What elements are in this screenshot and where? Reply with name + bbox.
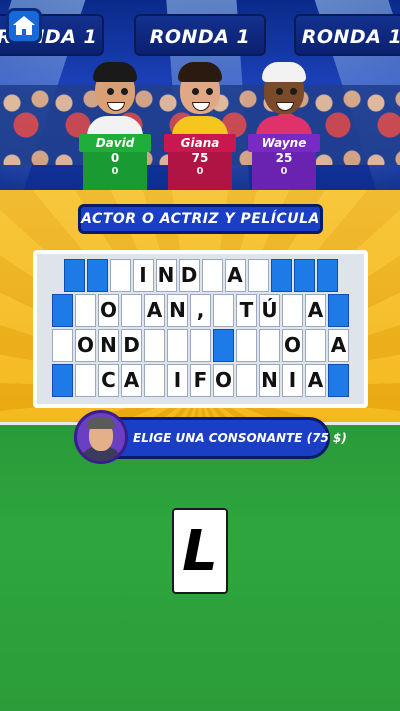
- board-hidden-tile: [247, 259, 269, 292]
- board-row: CAIFONIA: [41, 364, 360, 397]
- board-blank-cell: [52, 294, 73, 327]
- board-letter-tile: N: [259, 364, 280, 397]
- puzzle-board: INDAOAN,TÚAONDOACAIFONIA: [33, 250, 368, 408]
- board-blank-cell: [328, 364, 349, 397]
- home-button[interactable]: [6, 8, 42, 44]
- home-icon: [13, 16, 35, 35]
- board-blank-cell: [316, 259, 338, 292]
- board-letter-tile: D: [121, 329, 142, 362]
- contestant-round-score: 0: [280, 166, 288, 177]
- board-letter-tile: A: [224, 259, 246, 292]
- board-hidden-tile: [144, 329, 165, 362]
- board-letter-tile: O: [98, 294, 119, 327]
- board-hidden-tile: [190, 329, 211, 362]
- board-hidden-tile: [213, 294, 234, 327]
- board-letter-tile: Ú: [259, 294, 280, 327]
- board-hidden-tile: [167, 329, 188, 362]
- board-row: INDA: [41, 259, 360, 292]
- contestant-name: Wayne: [248, 134, 320, 152]
- board-hidden-tile: [282, 294, 303, 327]
- board-letter-tile: A: [305, 294, 326, 327]
- board-blank-cell: [86, 259, 108, 292]
- board-blank-cell: [63, 259, 85, 292]
- selected-letter-card[interactable]: L: [172, 508, 228, 594]
- board-letter-tile: ,: [190, 294, 211, 327]
- board-letter-tile: O: [213, 364, 234, 397]
- round-label: RONDA 1: [294, 14, 400, 56]
- contestant-avatar: [256, 60, 312, 142]
- board-hidden-tile: [144, 364, 165, 397]
- board-blank-cell: [328, 294, 349, 327]
- board-letter-tile: T: [236, 294, 257, 327]
- board-letter-tile: F: [190, 364, 211, 397]
- contestant-name: Giana: [164, 134, 236, 152]
- board-hidden-tile: [75, 364, 96, 397]
- board-hidden-tile: [236, 364, 257, 397]
- board-hidden-tile: [236, 329, 257, 362]
- board-hidden-tile: [305, 329, 326, 362]
- board-letter-tile: A: [121, 364, 142, 397]
- board-letter-tile: N: [167, 294, 188, 327]
- board-letter-tile: O: [282, 329, 303, 362]
- board-blank-cell: [213, 329, 234, 362]
- host-avatar-icon: [74, 410, 128, 464]
- contestant-round-score: 0: [111, 166, 119, 177]
- round-label: RONDA 1: [134, 14, 266, 56]
- board-hidden-tile: [109, 259, 131, 292]
- category-label: ACTOR O ACTRIZ Y PELÍCULA: [78, 204, 323, 234]
- board-row: OAN,TÚA: [41, 294, 360, 327]
- contestant-name: David: [79, 134, 151, 152]
- board-letter-tile: A: [305, 364, 326, 397]
- board-hidden-tile: [201, 259, 223, 292]
- board-letter-tile: A: [328, 329, 349, 362]
- board-hidden-tile: [52, 329, 73, 362]
- board-blank-cell: [52, 364, 73, 397]
- board-letter-tile: A: [144, 294, 165, 327]
- board-letter-tile: C: [98, 364, 119, 397]
- contestant-avatar: [87, 60, 143, 142]
- board-hidden-tile: [121, 294, 142, 327]
- contestant-avatar: [172, 60, 228, 142]
- contestant-score: 75: [191, 151, 209, 165]
- board-letter-tile: I: [282, 364, 303, 397]
- board-letter-tile: O: [75, 329, 96, 362]
- board-blank-cell: [270, 259, 292, 292]
- board-letter-tile: N: [155, 259, 177, 292]
- prompt-text: ELIGE UNA CONSONANTE (75 $): [133, 431, 347, 445]
- board-letter-tile: N: [98, 329, 119, 362]
- board-letter-tile: I: [167, 364, 188, 397]
- board-hidden-tile: [259, 329, 280, 362]
- contestant-score: 25: [275, 151, 293, 165]
- board-blank-cell: [293, 259, 315, 292]
- board-hidden-tile: [75, 294, 96, 327]
- board-row: ONDOA: [41, 329, 360, 362]
- contestant-score: 0: [110, 151, 120, 165]
- board-letter-tile: I: [132, 259, 154, 292]
- contestant-round-score: 0: [196, 166, 204, 177]
- round-banner: RONDA 1 RONDA 1 RONDA 1: [0, 14, 400, 56]
- board-letter-tile: D: [178, 259, 200, 292]
